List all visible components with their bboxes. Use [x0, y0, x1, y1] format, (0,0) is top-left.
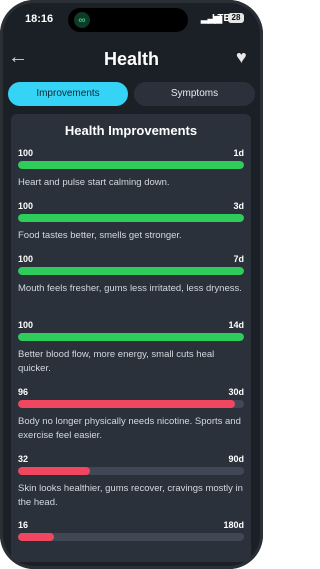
progress-track — [18, 267, 244, 275]
status-bar: 18:16 ∞ ▂▃▅ LTE 28 — [0, 0, 263, 38]
improvement-percent: 100 — [18, 201, 34, 211]
tab-improvements[interactable]: Improvements — [8, 82, 128, 106]
progress-fill — [18, 400, 235, 408]
improvement-duration: 30d — [228, 387, 244, 397]
status-time: 18:16 — [25, 13, 54, 25]
improvement-duration: 180d — [223, 520, 244, 530]
improvement-duration: 7d — [233, 254, 244, 264]
improvement-percent: 100 — [18, 320, 34, 330]
progress-track — [18, 533, 244, 541]
progress-track — [18, 467, 244, 475]
improvement-description: Skin looks healthier, gums recover, crav… — [18, 483, 243, 508]
improvement-description: Food tastes better, smells get stronger. — [18, 230, 182, 241]
progress-fill — [18, 161, 244, 169]
battery-icon: 28 — [228, 13, 244, 23]
progress-fill — [18, 267, 244, 275]
improvement-percent: 100 — [18, 254, 34, 264]
card-title: Health Improvements — [64, 123, 198, 138]
improvement-description: Body no longer physically needs nicotine… — [18, 416, 241, 441]
improvement-description: Heart and pulse start calming down. — [18, 177, 170, 188]
improvement-description: Mouth feels fresher, gums less irritated… — [18, 283, 242, 294]
improvement-duration: 3d — [233, 201, 244, 211]
phone-screen: 18:16 ∞ ▂▃▅ LTE 28 ← Health ♥ Improvemen… — [0, 0, 263, 569]
progress-fill — [18, 533, 55, 541]
improvement-duration: 1d — [233, 148, 244, 158]
app-link-icon: ∞ — [74, 12, 90, 28]
improvement-duration: 14d — [228, 320, 244, 330]
tab-bar: Improvements Symptoms — [8, 82, 255, 106]
dynamic-island: ∞ — [68, 8, 188, 32]
improvement-percent: 100 — [18, 148, 34, 158]
health-improvements-card: Health Improvements 100 1d Heart and pul… — [11, 114, 251, 562]
progress-track — [18, 161, 244, 169]
progress-fill — [18, 467, 91, 475]
progress-fill — [18, 214, 244, 222]
page-title: Health — [103, 49, 159, 69]
improvement-percent: 32 — [18, 454, 29, 464]
progress-track — [18, 400, 244, 408]
progress-track — [18, 214, 244, 222]
heart-icon[interactable]: ♥ — [236, 48, 247, 66]
progress-fill — [18, 333, 244, 341]
improvement-duration: 90d — [228, 454, 244, 464]
header: ← Health ♥ — [0, 44, 263, 74]
tab-symptoms[interactable]: Symptoms — [134, 82, 255, 106]
improvement-description: Better blood flow, more energy, small cu… — [18, 349, 215, 374]
improvement-percent: 16 — [18, 520, 29, 530]
improvement-percent: 96 — [18, 387, 29, 397]
progress-track — [18, 333, 244, 341]
